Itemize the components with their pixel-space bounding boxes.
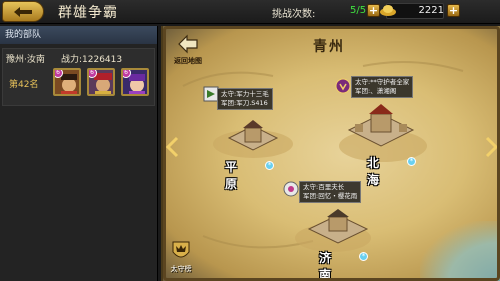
city-legion: 军团:回忆・樱花雨 — [303, 192, 358, 200]
page-title: 群雄争霸 — [58, 5, 118, 21]
challenge-count-label: 挑战次数: — [272, 9, 316, 20]
back-arrow-icon — [14, 6, 32, 17]
region-title: 青州 — [313, 39, 345, 55]
city-info: 太守:军力十三毛 军团:军刀.S416 — [217, 88, 273, 110]
city-info: 太守:百里夫长 军团:回忆・樱花雨 — [299, 181, 362, 203]
crown-shield-icon — [172, 241, 190, 258]
city-info: 太守:**守护者全家 军团:、潇湘阁 — [351, 76, 414, 98]
city-legion: 军团:军刀.S416 — [221, 99, 268, 107]
hero-star-badge: 6 — [55, 70, 63, 78]
panel-heading: 我的部队 — [0, 26, 157, 44]
troop-power: 战力:1226413 — [61, 55, 123, 65]
return-map-button[interactable]: 返回地图 — [168, 34, 208, 68]
hero-portrait[interactable]: 6 — [53, 68, 81, 96]
defender-ranking-label: 太守榜 — [170, 265, 192, 273]
back-button[interactable] — [2, 1, 44, 22]
city-legion: 军团:、潇湘阁 — [355, 87, 397, 95]
city-governor: 太守:军力十三毛 — [221, 90, 269, 98]
region-map: 青州 返回地图 太守:军力十三毛 军团:军刀.S416 平原 * 太守:**守护… — [161, 26, 500, 281]
defender-ranking-button[interactable]: 太守榜 — [167, 240, 195, 276]
city-fortress-icon — [227, 120, 279, 151]
troop-entry[interactable]: 豫州·汝南 战力:1226413 第42名 6 6 6 — [2, 48, 155, 106]
my-troops-panel: 我的部队 豫州·汝南 战力:1226413 第42名 6 6 6 — [0, 26, 158, 281]
prev-region-icon[interactable] — [165, 136, 179, 158]
city-flag-icon — [283, 181, 299, 197]
city-name: 平原 — [225, 160, 240, 191]
next-region-icon[interactable] — [485, 136, 499, 158]
city-name: 北海 — [367, 156, 382, 187]
challenge-count-value: 5/5 — [350, 5, 367, 16]
troop-location: 豫州·汝南 — [6, 55, 45, 65]
city-fortress-icon — [347, 104, 415, 147]
gold-ingot-icon — [380, 5, 396, 16]
hero-portrait[interactable]: 6 — [121, 68, 149, 96]
city-governor: 太守:**守护者全家 — [355, 78, 410, 86]
add-gold-button[interactable]: + — [447, 4, 460, 17]
snowflake-icon: * — [359, 252, 368, 261]
gold-value: 2221 — [418, 5, 444, 16]
return-map-label: 返回地图 — [174, 57, 202, 65]
city-flag-icon — [335, 78, 351, 94]
hero-star-badge: 6 — [89, 70, 97, 78]
top-bar: 群雄争霸 挑战次数: 5/5 + 2221 + — [0, 0, 500, 24]
return-arrow-icon — [178, 34, 198, 54]
hero-star-badge: 6 — [123, 70, 131, 78]
troop-rank: 第42名 — [9, 80, 39, 90]
snowflake-icon: * — [407, 157, 416, 166]
snowflake-icon: * — [265, 161, 274, 170]
city-name: 济南 — [319, 251, 334, 281]
city-fortress-icon — [307, 209, 369, 244]
hero-portrait[interactable]: 6 — [87, 68, 115, 96]
city-governor: 太守:百里夫长 — [303, 183, 345, 191]
